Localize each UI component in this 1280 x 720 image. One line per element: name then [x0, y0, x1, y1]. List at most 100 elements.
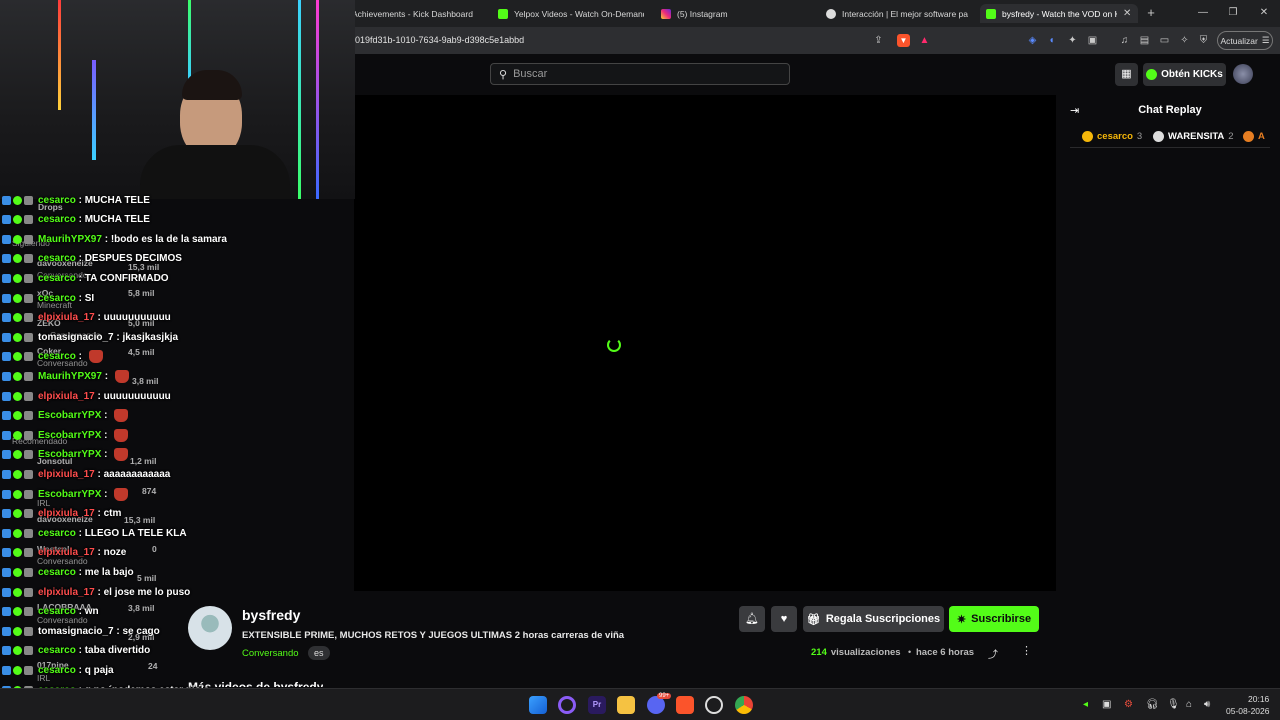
chat-text: MUCHA TELE [84, 194, 150, 206]
music-icon[interactable]: ♫ [1118, 34, 1131, 47]
chat-message: EscobarrYPX : [2, 407, 129, 425]
top-gifter[interactable]: cesarco 3 [1082, 131, 1142, 142]
chat-text: el jose me lo puso [103, 586, 191, 598]
chrome-icon[interactable] [735, 696, 753, 714]
chat-text: wn [84, 606, 99, 618]
chat-username[interactable]: cesarco [38, 293, 76, 304]
tray-network-icon[interactable]: ⌂ [1186, 699, 1192, 710]
category-link[interactable]: Conversando [242, 648, 299, 659]
chat-username[interactable]: EscobarrYPX [38, 449, 101, 460]
brave-browser-icon[interactable] [676, 696, 694, 714]
windows-start-icon[interactable] [529, 696, 547, 714]
chat-username[interactable]: elpixiula_17 [38, 587, 95, 598]
verified-badge-icon [13, 352, 22, 362]
brave-rewards-icon[interactable]: ▲ [918, 34, 931, 47]
chat-username[interactable]: EscobarrYPX [38, 430, 101, 441]
clock-date[interactable]: 05-08-2026 [1226, 706, 1269, 716]
extension-audio-icon[interactable]: ◖ [1045, 34, 1058, 47]
verified-badge-icon [13, 567, 22, 577]
user-avatar[interactable] [1233, 64, 1253, 84]
get-kicks-button[interactable]: Obtén KICKs [1143, 63, 1226, 86]
chat-username[interactable]: cesarco [38, 273, 76, 284]
more-options-icon[interactable]: ⋮ [1021, 644, 1032, 657]
clock-time[interactable]: 20:16 [1248, 694, 1269, 704]
chat-username[interactable]: EscobarrYPX [38, 410, 101, 421]
follow-heart-icon[interactable]: ♥ [771, 606, 797, 632]
star-icon: ✷ [956, 613, 967, 626]
chat-username[interactable]: cesarco [38, 606, 76, 617]
top-gifter[interactable]: WARENSITA 2 [1153, 131, 1234, 142]
chat-separator: : [94, 547, 104, 559]
tray-app-icon[interactable]: ▣ [1102, 699, 1111, 710]
file-explorer-icon[interactable] [617, 696, 635, 714]
tray-steelseries-icon[interactable]: ⚙ [1124, 699, 1133, 710]
gift-subs-button[interactable]: 🎁︎ Regala Suscripciones [803, 606, 944, 632]
extension-vpn-icon[interactable]: ◈ [1026, 34, 1039, 47]
tray-volume-icon[interactable]: 🔊︎ [1204, 699, 1210, 710]
search-input[interactable]: ⚲ Buscar [490, 63, 790, 85]
share-icon[interactable]: ⤴ [988, 646, 998, 661]
chat-username[interactable]: cesarco [38, 195, 76, 206]
rgb-light-strip [188, 0, 191, 80]
brave-shield-icon[interactable]: ▼ [897, 34, 910, 47]
chat-username[interactable]: EscobarrYPX [38, 489, 101, 500]
verified-badge-icon [13, 430, 22, 440]
chat-username[interactable]: elpixiula_17 [38, 312, 95, 323]
rgb-light-strip [316, 0, 319, 199]
sub-badge-icon [24, 450, 33, 460]
vpn-shield-icon[interactable]: ⛨ [1197, 34, 1210, 47]
chat-username[interactable]: cesarco [38, 665, 76, 676]
chat-separator: : [75, 606, 85, 618]
screenshot-icon[interactable]: ▣ [1086, 34, 1099, 47]
chat-message: cesarco : LLEGO LA TELE KLA [2, 524, 187, 542]
channel-avatar[interactable] [188, 606, 232, 650]
minimize-icon[interactable]: — [1196, 6, 1210, 20]
leo-ai-icon[interactable]: ✧ [1178, 34, 1191, 47]
share-icon[interactable]: ⇪ [872, 34, 885, 47]
chat-username[interactable]: elpixiula_17 [38, 547, 95, 558]
chat-username[interactable]: cesarco [38, 351, 76, 362]
chat-username[interactable]: MaurihYPX97 [38, 234, 102, 245]
steelseries-icon[interactable] [705, 696, 723, 714]
extensions-icon[interactable]: ✦ [1066, 34, 1079, 47]
tab-interaccion[interactable]: Interacción | El mejor software pa [820, 4, 970, 23]
verified-badge-icon [13, 411, 22, 421]
chat-username[interactable]: cesarco [38, 528, 76, 539]
subscribe-button[interactable]: ✷ Suscribirse [949, 606, 1039, 632]
channel-name[interactable]: bysfredy [242, 607, 300, 623]
tray-arrow-icon[interactable]: ◂ [1083, 699, 1088, 710]
chat-username[interactable]: tomasignacio_7 [38, 626, 114, 637]
chat-username[interactable]: cesarco [38, 645, 76, 656]
chat-username[interactable]: cesarco [38, 567, 76, 578]
notifications-bell-icon[interactable]: 🔔︎ [739, 606, 765, 632]
search-app-icon[interactable] [558, 696, 576, 714]
chat-username[interactable]: elpixiula_17 [38, 469, 95, 480]
tab-yelpox-videos[interactable]: Yelpox Videos - Watch On-Demand [492, 4, 644, 23]
chat-username[interactable]: cesarco [38, 214, 76, 225]
update-button[interactable]: Actualizar ☰ [1217, 31, 1273, 50]
reading-list-icon[interactable]: ▤ [1138, 34, 1151, 47]
new-tab-button[interactable]: + [1144, 6, 1158, 20]
chat-username[interactable]: elpixiula_17 [38, 508, 95, 519]
language-tag[interactable]: es [308, 646, 330, 660]
chat-separator: : [75, 292, 85, 304]
top-gifter[interactable]: A [1243, 131, 1265, 142]
url-text[interactable]: 019fd31b-1010-7634-9ab9-d398c5e1abbd [355, 35, 524, 45]
tray-mic-icon[interactable]: 🎙︎ [1167, 699, 1180, 710]
chat-username[interactable]: MaurihYPX97 [38, 371, 102, 382]
premiere-icon[interactable]: Pr [588, 696, 606, 714]
chat-username[interactable]: tomasignacio_7 [38, 332, 114, 343]
close-tab-icon[interactable]: ✕ [1123, 8, 1131, 19]
restore-icon[interactable]: ❐ [1226, 6, 1240, 20]
video-player[interactable] [354, 95, 1056, 591]
tab-kick-dashboard[interactable]: Achievements - Kick Dashboard [340, 4, 485, 23]
tab-instagram[interactable]: (5) Instagram [655, 4, 805, 23]
wallet-icon[interactable]: ▭ [1158, 34, 1171, 47]
chat-username[interactable]: elpixiula_17 [38, 391, 95, 402]
layout-toggle-icon[interactable]: ▦ [1115, 63, 1138, 86]
search-placeholder: Buscar [513, 68, 548, 80]
tab-bysfredy-vod[interactable]: bysfredy - Watch the VOD on Ki ✕ [980, 4, 1138, 23]
close-window-icon[interactable]: ✕ [1257, 6, 1271, 20]
chat-username[interactable]: cesarco [38, 253, 76, 264]
tray-headset-icon[interactable]: 🎧︎ [1146, 699, 1159, 710]
